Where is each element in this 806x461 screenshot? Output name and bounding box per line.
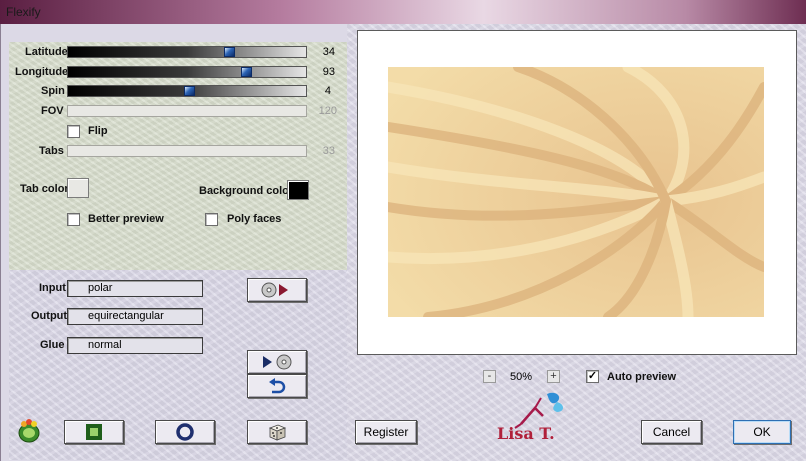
spin-slider-thumb[interactable] — [184, 86, 195, 96]
spin-value: 4 — [324, 85, 331, 97]
better-preview-label: Better preview — [88, 213, 164, 225]
input-preset-button[interactable] — [247, 278, 307, 302]
zoom-level: 50% — [510, 371, 533, 383]
ring-button[interactable] — [155, 420, 215, 444]
arrow-disc-icon — [263, 354, 292, 370]
background-color-swatch[interactable] — [287, 180, 309, 200]
flip-checkbox[interactable] — [67, 125, 80, 138]
input-label: Input — [39, 282, 66, 294]
lisa-t-logo: Lisa T. — [491, 390, 581, 446]
longitude-label: Longitude — [15, 66, 69, 78]
background-color-label: Background color — [199, 185, 294, 197]
tabs-label: Tabs — [39, 145, 64, 157]
auto-preview-checkbox[interactable]: ✓ — [586, 370, 599, 383]
fov-label: FOV — [41, 105, 64, 117]
glue-select[interactable]: normal — [67, 337, 203, 354]
flexify-logo-icon[interactable] — [15, 418, 43, 444]
poly-faces-checkbox[interactable] — [205, 213, 218, 226]
zoom-in-button[interactable]: + — [547, 370, 560, 383]
flip-label: Flip — [88, 125, 108, 137]
undo-button[interactable] — [247, 374, 307, 398]
output-select[interactable]: equirectangular — [67, 308, 203, 325]
disc-arrow-icon — [261, 282, 288, 298]
frame-button[interactable] — [64, 420, 124, 444]
preview-frame[interactable] — [357, 30, 797, 355]
flexify-dialog: Latitude 34 Longitude 93 Spin 4 FOV 120 … — [0, 24, 806, 461]
longitude-value: 93 — [322, 66, 335, 78]
spin-slider[interactable] — [67, 85, 307, 97]
dice-icon — [268, 424, 287, 441]
latitude-slider-thumb[interactable] — [224, 47, 235, 57]
tab-color-swatch[interactable] — [67, 178, 89, 198]
glue-label: Glue — [40, 339, 65, 351]
square-frame-icon — [86, 424, 102, 440]
register-button[interactable]: Register — [355, 420, 417, 444]
output-preset-button[interactable] — [247, 350, 307, 374]
poly-faces-label: Poly faces — [227, 213, 282, 225]
window-title: Flexify — [6, 5, 41, 19]
ring-icon — [176, 423, 194, 441]
better-preview-checkbox[interactable] — [67, 213, 80, 226]
tab-color-label: Tab color — [20, 183, 69, 195]
fov-value: 120 — [318, 105, 337, 117]
ok-button[interactable]: OK — [733, 420, 791, 444]
latitude-slider[interactable] — [67, 46, 307, 58]
cancel-button[interactable]: Cancel — [641, 420, 702, 444]
undo-icon — [269, 378, 286, 394]
longitude-slider-thumb[interactable] — [241, 67, 252, 77]
randomize-button[interactable] — [247, 420, 307, 444]
title-bar: Flexify — [0, 0, 806, 24]
logo-text: Lisa T. — [497, 424, 555, 443]
tabs-slider — [67, 145, 307, 157]
spin-label: Spin — [41, 85, 65, 97]
input-select[interactable]: polar — [67, 280, 203, 297]
latitude-label: Latitude — [25, 46, 68, 58]
fov-slider — [67, 105, 307, 117]
zoom-out-button[interactable]: - — [483, 370, 496, 383]
latitude-value: 34 — [322, 46, 335, 58]
longitude-slider[interactable] — [67, 66, 307, 78]
preview-image[interactable] — [388, 67, 764, 317]
tabs-value: 33 — [322, 145, 335, 157]
auto-preview-label: Auto preview — [607, 371, 677, 383]
output-label: Output — [31, 310, 68, 322]
